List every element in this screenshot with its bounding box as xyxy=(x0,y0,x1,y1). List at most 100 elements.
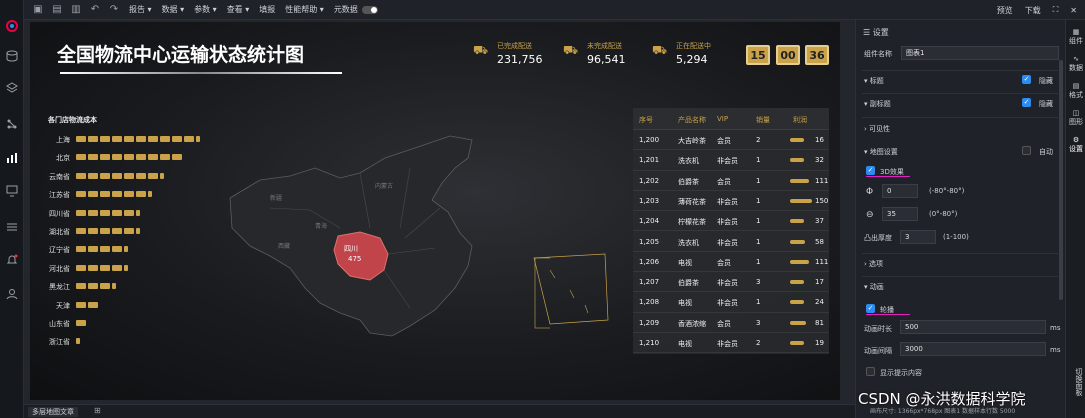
network-icon[interactable] xyxy=(4,116,20,132)
component-name-input[interactable]: 图表1 xyxy=(901,46,1059,60)
table-header: 序号 产品名称 VIP 销量 利润 xyxy=(633,108,829,130)
bar-mark[interactable] xyxy=(76,320,86,327)
tab-data[interactable]: ∿ 数据 xyxy=(1068,55,1084,73)
table-row[interactable]: 1,209 香酒浓缩 会员 3 81 xyxy=(633,313,829,333)
title-hide-checkbox[interactable]: ✓ xyxy=(1022,75,1031,84)
menu-report[interactable]: 报告 ▾ xyxy=(129,4,152,15)
fullscreen-icon[interactable]: ⛶ xyxy=(1053,5,1059,15)
menu-icon[interactable] xyxy=(4,219,20,235)
truck-unit xyxy=(148,154,158,161)
section-animation[interactable]: ▾ 动画 xyxy=(864,282,884,292)
table-cell: 非会员 xyxy=(717,299,738,308)
column-header[interactable]: VIP xyxy=(717,115,728,123)
bar-mark[interactable] xyxy=(76,301,98,309)
carousel-checkbox[interactable]: ✓ xyxy=(866,304,875,313)
bar-mark[interactable] xyxy=(76,246,128,253)
menu-data[interactable]: 数据 ▾ xyxy=(162,4,185,15)
redo-icon[interactable]: ↷ xyxy=(109,4,119,15)
user-icon[interactable] xyxy=(4,286,20,302)
section-options[interactable]: › 选项 xyxy=(864,259,883,269)
truck-unit xyxy=(124,154,134,161)
menu-fill[interactable]: 填报 xyxy=(259,4,275,15)
profit-value: 37 xyxy=(815,217,824,226)
monitor-icon[interactable] xyxy=(4,183,20,199)
tab-format[interactable]: ▤ 格式 xyxy=(1068,82,1084,100)
table-row[interactable]: 1,207 伯爵茶 非会员 3 17 xyxy=(633,272,829,293)
bar-mark[interactable] xyxy=(76,209,140,217)
section-visibility[interactable]: › 可见性 xyxy=(864,124,890,134)
table-row[interactable]: 1,202 伯爵茶 会员 1 111 xyxy=(633,171,829,191)
table-cell: 电视 xyxy=(678,340,692,348)
chart-icon[interactable] xyxy=(4,150,20,166)
map-label-xizang: 西藏 xyxy=(278,242,290,250)
section-map-settings[interactable]: ▾ 地图设置 xyxy=(864,147,898,157)
undo-icon[interactable]: ↶ xyxy=(90,4,100,15)
preview-button[interactable]: 预览 xyxy=(997,5,1013,16)
download-button[interactable]: 下载 xyxy=(1025,5,1041,16)
table-row[interactable]: 1,204 柠檬花茶 非会员 1 37 xyxy=(633,211,829,232)
show-tip-checkbox[interactable] xyxy=(866,367,875,376)
table-cell: 1,200 xyxy=(639,136,660,144)
section-title[interactable]: ▾ 标题 xyxy=(864,76,884,86)
table-row[interactable]: 1,208 电视 非会员 1 24 xyxy=(633,292,829,313)
truck-unit xyxy=(112,264,122,271)
column-header[interactable]: 序号 xyxy=(639,115,653,125)
thickness-label: 凸出厚度 xyxy=(864,234,892,242)
anim-interval-input[interactable]: 3000 xyxy=(900,342,1046,356)
bar-mark[interactable] xyxy=(76,154,182,161)
bar-mark[interactable] xyxy=(76,136,200,143)
truck-unit xyxy=(76,264,86,271)
sheet-tab[interactable]: 多层地图文章 xyxy=(28,407,78,417)
truck-unit xyxy=(124,228,134,234)
angle2-input[interactable]: 35 xyxy=(882,207,918,221)
bar-mark[interactable] xyxy=(76,191,152,198)
auto-checkbox[interactable] xyxy=(1022,146,1031,155)
anim-duration-input[interactable]: 500 xyxy=(900,320,1046,334)
open-icon[interactable]: ▤ xyxy=(52,4,62,15)
table-row[interactable]: 1,203 薄荷花茶 非会员 1 150 xyxy=(633,191,829,212)
hide-label: 隐藏 xyxy=(1039,77,1053,85)
angle1-input[interactable]: 0 xyxy=(882,184,918,198)
menu-perf-help[interactable]: 性能帮助 ▾ xyxy=(285,4,324,15)
truck-unit xyxy=(148,136,158,142)
metadata-toggle[interactable] xyxy=(361,5,378,14)
bar-mark[interactable] xyxy=(76,283,116,290)
save-icon[interactable]: ▥ xyxy=(71,4,81,15)
tab-component[interactable]: ▦ 组件 xyxy=(1068,28,1084,46)
tab-shape[interactable]: ◫ 图形 xyxy=(1068,109,1084,127)
truck-icon: ⛟ xyxy=(563,43,579,57)
column-header[interactable]: 销量 xyxy=(756,115,770,125)
column-header[interactable]: 利润 xyxy=(793,115,807,125)
layers-icon[interactable] xyxy=(4,80,20,96)
tab-settings[interactable]: ⚙ 设置 xyxy=(1068,136,1084,154)
bar-mark[interactable] xyxy=(76,338,80,345)
effect3d-checkbox[interactable]: ✓ xyxy=(866,166,875,175)
truck-unit xyxy=(100,136,110,142)
bar-mark[interactable] xyxy=(76,264,128,272)
close-icon[interactable]: ✕ xyxy=(1070,6,1077,15)
menu-metadata[interactable]: 元数据 xyxy=(334,4,358,15)
table-row[interactable]: 1,200 大吉岭茶 会员 2 16 xyxy=(633,130,829,151)
add-sheet-icon[interactable]: ⊞ xyxy=(94,406,101,415)
panel-scrollbar[interactable] xyxy=(1059,60,1063,300)
table-row[interactable]: 1,205 洗衣机 非会员 1 58 xyxy=(633,232,829,252)
thickness-input[interactable]: 3 xyxy=(900,230,936,244)
table-row[interactable]: 1,201 洗衣机 非会员 1 32 xyxy=(633,150,829,171)
tab-switch-panel[interactable]: 切换面板 xyxy=(1068,352,1084,412)
bar-mark[interactable] xyxy=(76,172,164,180)
table-row[interactable]: 1,210 电视 非会员 2 19 xyxy=(633,333,829,354)
menu-params[interactable]: 参数 ▾ xyxy=(194,4,217,15)
column-header[interactable]: 产品名称 xyxy=(678,115,706,125)
bell-icon[interactable] xyxy=(4,252,20,268)
bar-mark[interactable] xyxy=(76,228,140,235)
section-subtitle[interactable]: ▾ 副标题 xyxy=(864,99,891,109)
truck-unit xyxy=(88,246,98,253)
subtitle-hide-checkbox[interactable]: ✓ xyxy=(1022,98,1031,107)
menu-view[interactable]: 查看 ▾ xyxy=(227,4,250,15)
profit-bar xyxy=(790,259,809,264)
table-row[interactable]: 1,206 电视 会员 1 111 xyxy=(633,252,829,273)
profit-bar xyxy=(790,198,812,203)
new-file-icon[interactable]: ▣ xyxy=(33,4,43,15)
table-cell: 1 xyxy=(756,156,761,165)
database-icon[interactable] xyxy=(4,48,20,64)
